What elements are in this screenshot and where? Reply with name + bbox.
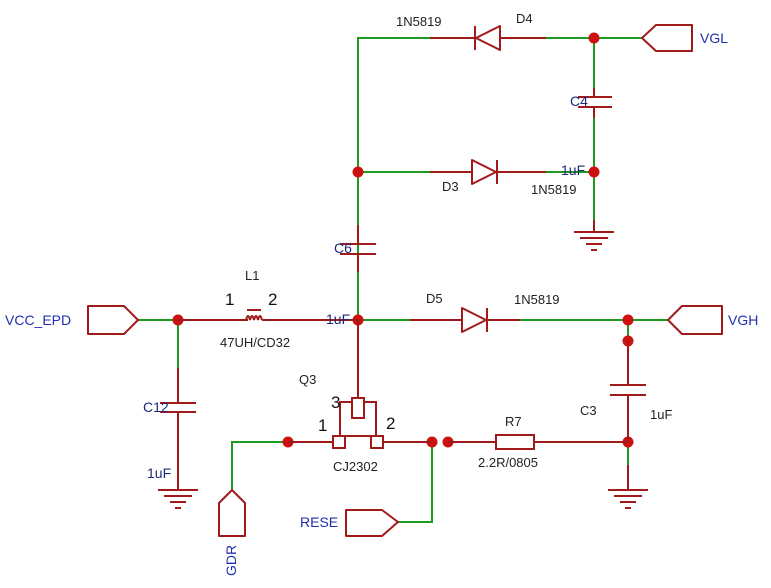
q3-ref-label: Q3	[299, 372, 316, 387]
vgl-net-label: VGL	[700, 30, 728, 46]
d3-ref-label: D3	[442, 179, 459, 194]
labels: 1N5819 D4 C4 1uF D3 1N5819 C6 1uF L1 1 2…	[5, 11, 758, 576]
c12-value-label: 1uF	[147, 465, 171, 481]
l1-value-label: 47UH/CD32	[220, 335, 290, 350]
c4-ref-label: C4	[570, 93, 588, 109]
r7-ref-label: R7	[505, 414, 522, 429]
capacitor-c3	[610, 341, 646, 442]
net-port-rese	[345, 509, 399, 537]
net-port-vgh	[667, 305, 723, 335]
q3-value-label: CJ2302	[333, 459, 378, 474]
ground-symbol	[158, 489, 198, 509]
c3-ref-label: C3	[580, 403, 597, 418]
net-port-vgl	[641, 24, 693, 52]
vgh-net-label: VGH	[728, 312, 758, 328]
d5-value-label: 1N5819	[514, 292, 560, 307]
junction-dot	[588, 32, 600, 44]
q3-pin3-label: 3	[331, 393, 340, 412]
c12-ref-label: C12	[143, 399, 169, 415]
diode-d5	[410, 307, 520, 333]
rese-net-label: RESE	[300, 514, 338, 530]
l1-pin2-label: 2	[268, 290, 277, 309]
c4-value-label: 1uF	[561, 162, 585, 178]
ground-symbol	[574, 220, 614, 251]
c6-value-label: 1uF	[326, 311, 350, 327]
junctions	[172, 32, 634, 448]
wires	[137, 37, 669, 523]
junction-dot	[588, 166, 600, 178]
q3-pin1-label: 1	[318, 416, 327, 435]
junction-dot	[352, 166, 364, 178]
d5-ref-label: D5	[426, 291, 443, 306]
d4-value-label: 1N5819	[396, 14, 442, 29]
net-port-gdr	[218, 489, 246, 537]
resistor-r7	[448, 434, 628, 450]
c3-value-label: 1uF	[650, 407, 672, 422]
net-port-vcc-epd	[87, 305, 139, 335]
schematic-diagram: 1N5819 D4 C4 1uF D3 1N5819 C6 1uF L1 1 2…	[5, 11, 758, 576]
r7-value-label: 2.2R/0805	[478, 455, 538, 470]
d3-value-label: 1N5819	[531, 182, 577, 197]
ground-symbol	[608, 465, 648, 509]
junction-dot	[622, 314, 634, 326]
c6-ref-label: C6	[334, 240, 352, 256]
d4-ref-label: D4	[516, 11, 533, 26]
l1-ref-label: L1	[245, 268, 259, 283]
gdr-net-label: GDR	[223, 545, 239, 576]
diode-d4	[430, 25, 546, 51]
l1-pin1-label: 1	[225, 290, 234, 309]
vcc-epd-net-label: VCC_EPD	[5, 312, 71, 328]
q3-pin2-label: 2	[386, 414, 395, 433]
